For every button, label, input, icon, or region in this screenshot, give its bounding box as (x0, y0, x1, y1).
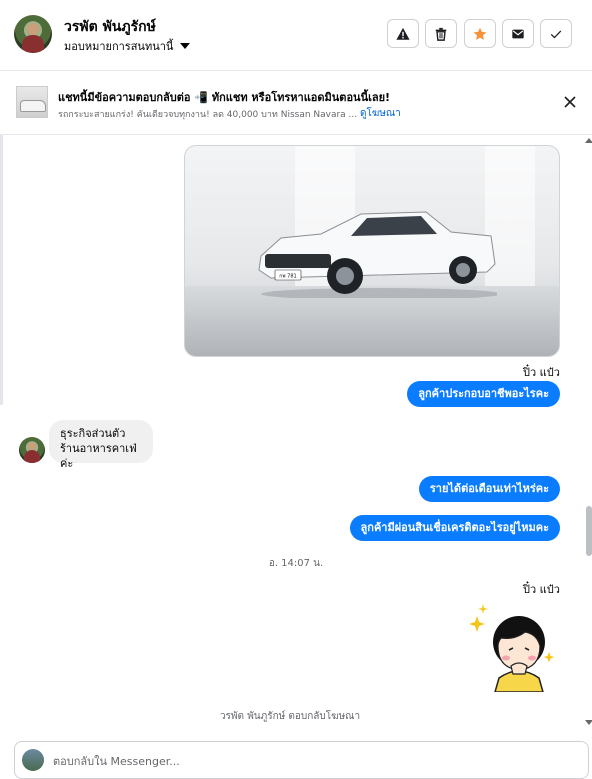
pickup-truck-image: กพ 781 (258, 211, 497, 298)
caret-down-icon (180, 43, 191, 49)
close-icon[interactable] (563, 95, 577, 109)
shared-car-photo[interactable]: กพ 781 (184, 145, 560, 357)
scrollbar[interactable] (584, 137, 592, 727)
message-composer[interactable] (14, 741, 589, 779)
page-avatar (22, 749, 44, 771)
message-bubble-incoming[interactable]: ธุระกิจส่วนตัว ร้านอาหารคาเฟ่ค่ะ (49, 420, 153, 470)
scroll-up-arrow-icon[interactable] (585, 138, 592, 143)
contact-avatar-small[interactable] (19, 437, 45, 463)
reply-input[interactable] (51, 751, 575, 771)
scrollbar-thumb[interactable] (586, 506, 592, 556)
license-plate: กพ 781 (279, 274, 296, 280)
ad-thumbnail[interactable] (16, 86, 48, 118)
mark-unread-button[interactable] (502, 19, 534, 48)
follow-up-button[interactable] (464, 19, 496, 48)
trash-icon (435, 27, 447, 41)
warning-icon (396, 27, 410, 40)
pane-divider (0, 135, 3, 405)
contact-avatar[interactable] (14, 15, 52, 53)
message-line: ธุระกิจส่วนตัว (60, 427, 126, 440)
message-line: ร้านอาหารคาเฟ่ค่ะ (60, 442, 137, 470)
assign-conversation-dropdown[interactable]: มอบหมายการสนทนานี้ (64, 37, 191, 55)
sticker-girl-icon[interactable] (465, 600, 561, 692)
check-icon (550, 30, 562, 38)
message-bubble-outgoing[interactable]: ลูกค้าประกอบอาชีพอะไรคะ (407, 381, 560, 407)
ad-banner-subtitle: รถกระบะสายแกร่ง! คันเดียวจบทุกงาน! ลด 40… (58, 110, 358, 120)
conversation-header: วรพัต พันภูรักษ์ มอบหมายการสนทนานี้ (0, 0, 592, 71)
sender-name-outgoing: ปิ๋ว แป๋ว (523, 366, 560, 379)
ad-reply-banner: แชทนี้มีข้อความตอบกลับต่อ 📲 ทักแชท หรือโ… (0, 71, 592, 135)
message-timestamp: อ. 14:07 น. (268, 558, 324, 569)
assign-label: มอบหมายการสนทนานี้ (64, 40, 174, 53)
message-bubble-outgoing[interactable]: ลูกค้ามีผ่อนสินเชื่อเครดิตอะไรอยู่ไหมคะ (349, 515, 560, 541)
ad-reply-note: วรพัต พันภูรักษ์ ตอบกลับโฆษณา (219, 711, 361, 722)
delete-button[interactable] (425, 19, 457, 48)
contact-name[interactable]: วรพัต พันภูรักษ์ (64, 16, 156, 38)
spam-button[interactable] (387, 19, 419, 48)
view-ad-link[interactable]: ดูโฆษณา (360, 106, 401, 121)
ad-banner-title: แชทนี้มีข้อความตอบกลับต่อ 📲 ทักแชท หรือโ… (58, 91, 391, 104)
star-icon (473, 27, 487, 40)
mark-done-button[interactable] (540, 19, 572, 48)
message-bubble-outgoing[interactable]: รายได้ต่อเดือนเท่าไหร่คะ (418, 476, 560, 502)
scroll-down-arrow-icon[interactable] (585, 720, 592, 725)
mail-icon (512, 29, 524, 38)
sender-name-outgoing: ปิ๋ว แป๋ว (523, 583, 560, 596)
